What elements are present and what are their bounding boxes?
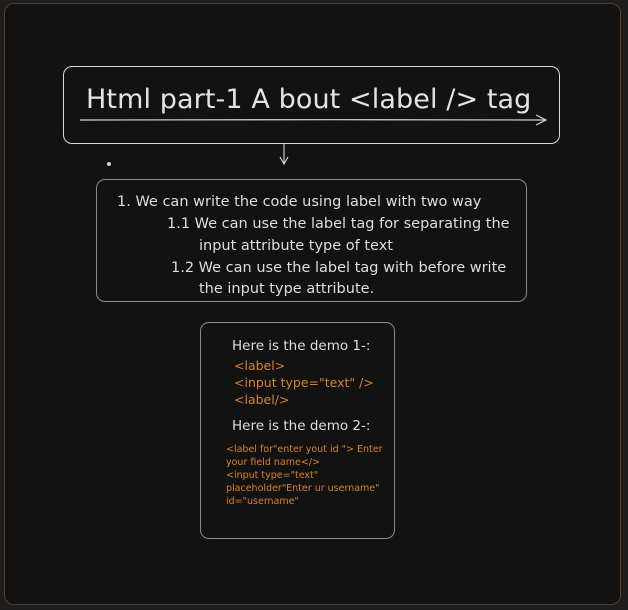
points-box: 1. We can write the code using label wit…: [96, 179, 527, 302]
demo-2-heading: Here is the demo 2-:: [232, 418, 371, 434]
down-arrowhead: [279, 156, 289, 166]
demo-2-code-line: id="username": [226, 496, 299, 507]
point-1-2-line-1: 1.2 We can use the label tag with before…: [171, 260, 507, 276]
title-text: Html part-1 A bout <label /> tag: [86, 84, 532, 115]
point-1: 1. We can write the code using label wit…: [117, 194, 482, 210]
point-1-1-line-1: 1.1 We can use the label tag for separat…: [167, 216, 510, 232]
demo-2-code-line: <input type="text": [226, 470, 319, 481]
point-1-2-line-2: the input type attribute.: [199, 281, 375, 297]
demo-box: Here is the demo 1-: <label> <input type…: [200, 322, 395, 539]
whiteboard-canvas: Html part-1 A bout <label /> tag 1. We c…: [4, 3, 621, 605]
title-box: Html part-1 A bout <label /> tag: [63, 66, 560, 144]
demo-2-code-line: <label for"enter yout id "> Enter: [226, 444, 383, 455]
demo-1-code-line: <label/>: [234, 392, 290, 407]
demo-2-code-line: your field name</>: [226, 457, 320, 468]
demo-1-heading: Here is the demo 1-:: [232, 338, 371, 354]
point-1-1-line-2: input attribute type of text: [199, 238, 393, 254]
demo-1-code-line: <label>: [234, 358, 286, 373]
demo-1-code-line: <input type="text" />: [234, 375, 374, 390]
dot-marker: [107, 162, 111, 166]
demo-2-code-line: placeholder"Enter ur username": [226, 483, 380, 494]
